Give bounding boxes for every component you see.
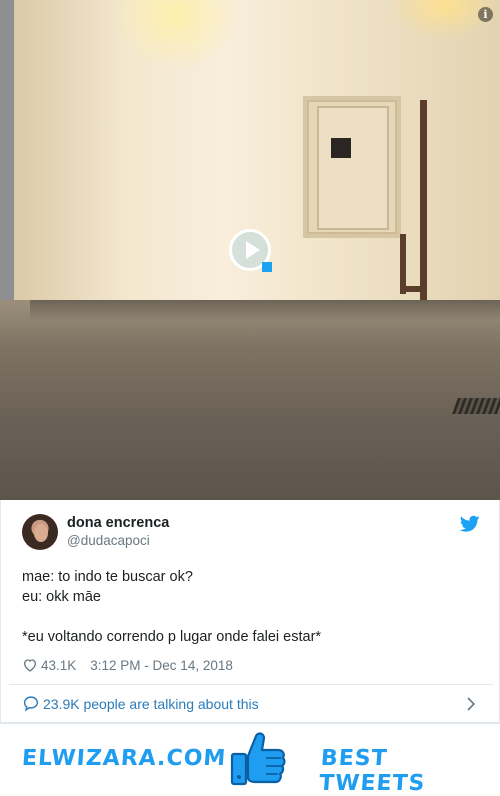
conversation-count-text[interactable]: 23.9K people are talking about this xyxy=(43,696,259,712)
tweet-text-line: *eu voltando correndo p lugar onde falei… xyxy=(22,629,322,645)
like-count[interactable]: 43.1K xyxy=(41,658,76,673)
video-frame-door-panel xyxy=(303,96,401,238)
video-frame-door xyxy=(317,106,389,230)
video-frame-pipe xyxy=(420,100,427,300)
watermark-banner: ELWIZARA.COM BEST TWEETS xyxy=(0,724,500,796)
user-handle[interactable]: @dudacapoci xyxy=(67,533,150,548)
video-frame-sign xyxy=(331,138,351,158)
avatar-face xyxy=(34,524,48,542)
video-player[interactable]: i xyxy=(0,0,500,500)
brand-text: ELWIZARA.COM xyxy=(21,746,228,771)
video-frame-floor xyxy=(0,300,500,500)
tagline-text: BEST TWEETS xyxy=(318,746,427,796)
tweet-text-line: eu: okk māe xyxy=(22,589,101,605)
thumbs-up-icon xyxy=(230,732,286,786)
play-icon xyxy=(262,262,272,272)
tweet-text-line xyxy=(22,607,482,627)
tweet-card: dona encrenca @dudacapoci mae: to indo t… xyxy=(0,500,500,724)
video-frame-pillar xyxy=(0,0,14,315)
chevron-right-icon[interactable] xyxy=(465,697,477,711)
speech-bubble-icon xyxy=(23,696,39,712)
tweet-timestamp[interactable]: 3:12 PM - Dec 14, 2018 xyxy=(90,658,233,673)
heart-icon[interactable] xyxy=(22,657,38,673)
play-button[interactable] xyxy=(229,229,272,272)
display-name[interactable]: dona encrenca xyxy=(67,515,169,531)
tweet-text: mae: to indo te buscar ok? eu: okk māe *… xyxy=(22,567,482,647)
video-frame-drain xyxy=(452,398,500,414)
video-frame-pipe xyxy=(400,286,426,292)
twitter-bird-icon[interactable] xyxy=(460,515,480,533)
info-icon[interactable]: i xyxy=(478,7,493,22)
conversation-link[interactable]: 23.9K people are talking about this xyxy=(1,685,500,723)
tweet-meta: 43.1K 3:12 PM - Dec 14, 2018 xyxy=(22,655,233,675)
avatar[interactable] xyxy=(22,514,58,550)
tweet-text-line: mae: to indo te buscar ok? xyxy=(22,569,193,585)
video-frame-pipe xyxy=(400,234,406,294)
video-frame-floor-edge xyxy=(30,300,500,320)
